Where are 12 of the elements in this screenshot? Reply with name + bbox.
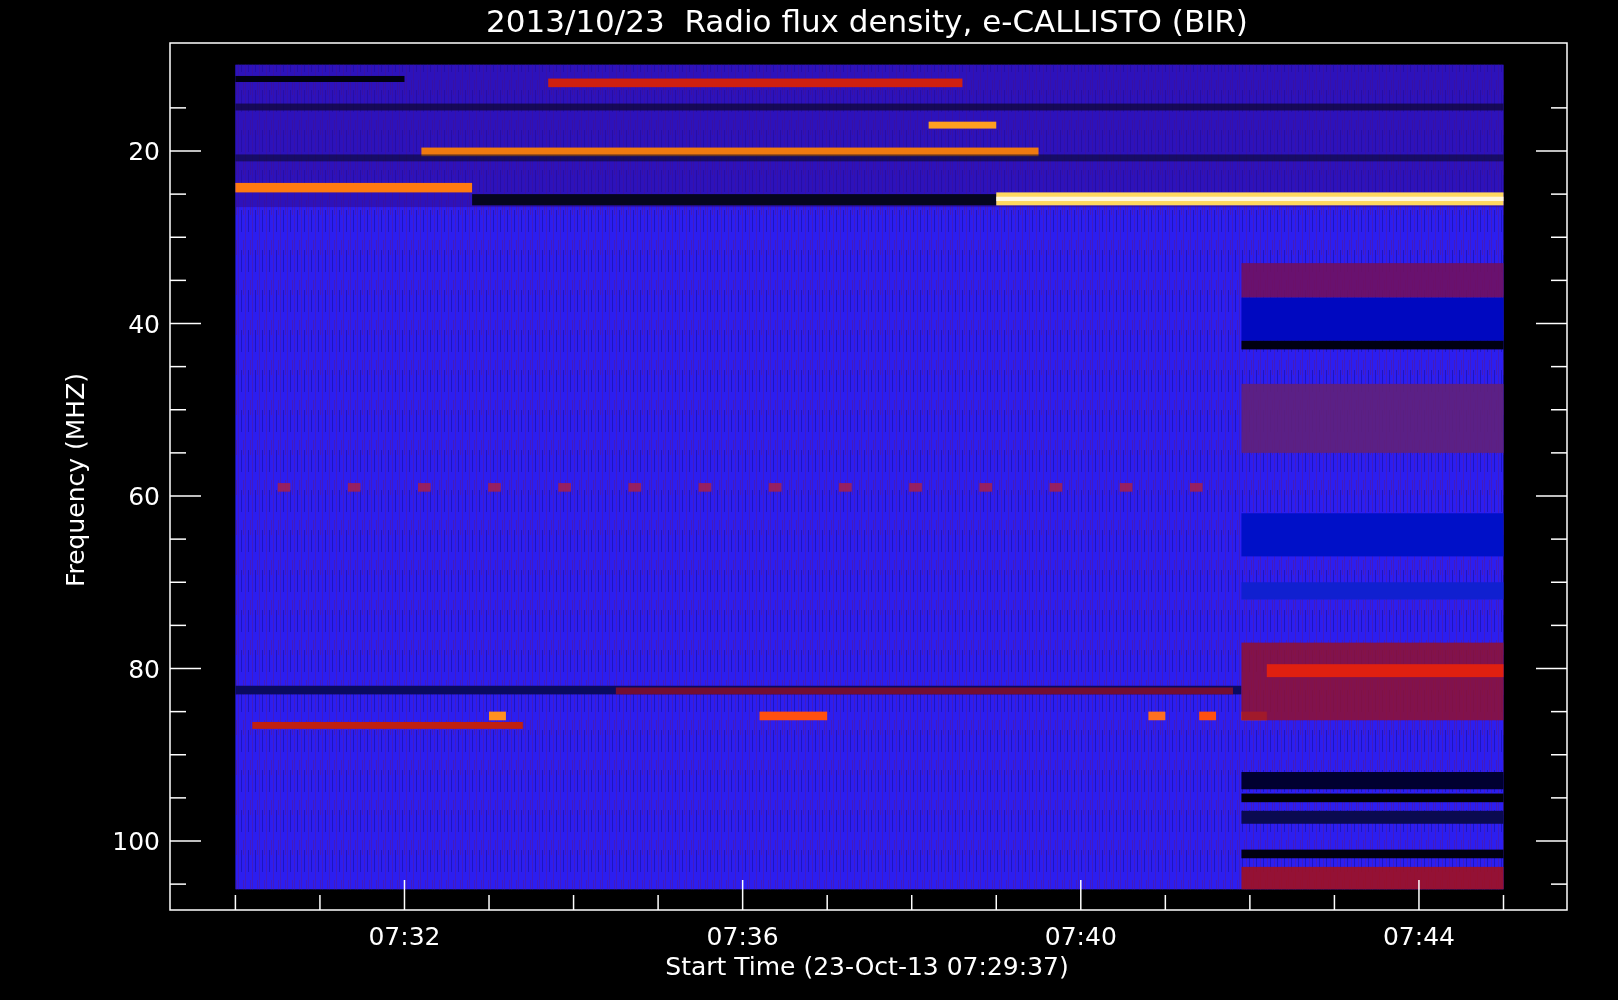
tick-label: 07:36 xyxy=(706,922,779,951)
chart-title: 2013/10/23 Radio flux density, e-CALLISTO (BIR) xyxy=(486,3,1248,39)
tick-label: 80 xyxy=(128,654,160,684)
tick-label: 60 xyxy=(128,482,160,511)
axis-title: Frequency (MHZ) xyxy=(61,372,90,588)
tick-label: 20 xyxy=(128,137,160,166)
tick-label: 40 xyxy=(128,309,160,339)
tick-label: 07:44 xyxy=(1382,922,1455,951)
tick-label: 07:32 xyxy=(368,922,441,951)
tick-label: 100 xyxy=(112,827,160,856)
axis-title: Start Time (23-Oct-13 07:29:37) xyxy=(665,952,1069,981)
tick-label: 07:40 xyxy=(1044,922,1117,951)
